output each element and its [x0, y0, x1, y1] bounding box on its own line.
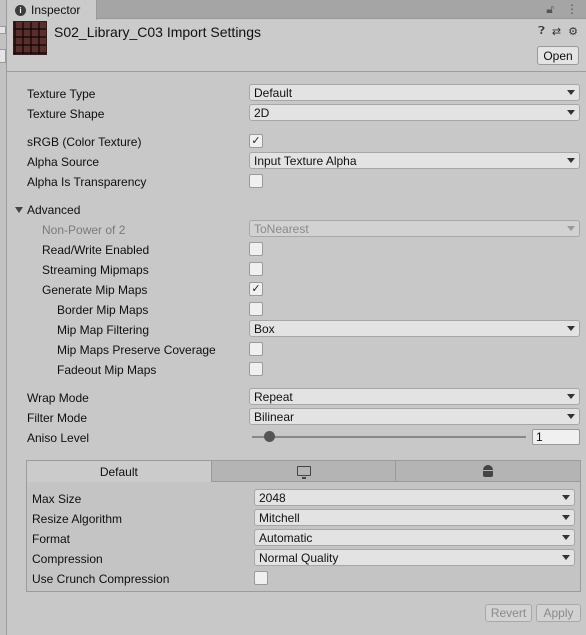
dropdown-value: Box [254, 321, 275, 336]
texture-type-label: Texture Type [27, 87, 96, 101]
chevron-down-icon [567, 226, 575, 231]
info-icon: i [15, 4, 26, 16]
chevron-down-icon [567, 326, 575, 331]
chevron-down-icon [567, 110, 575, 115]
border-mip-maps-checkbox[interactable] [249, 302, 263, 316]
wrap-mode-dropdown[interactable]: Repeat [249, 388, 580, 405]
fadeout-mip-maps-label: Fadeout Mip Maps [57, 363, 157, 377]
format-dropdown[interactable]: Automatic [254, 529, 575, 546]
resize-algorithm-label: Resize Algorithm [32, 512, 123, 526]
dropdown-value: ToNearest [254, 221, 309, 236]
lock-icon[interactable]: 🔓︎ [546, 2, 554, 17]
header-icons: ❓︎ ⇄ ⚙ [538, 25, 578, 38]
adjacent-panel-edge [0, 0, 7, 635]
fadeout-mip-maps-checkbox[interactable] [249, 362, 263, 376]
tab-android-platform[interactable] [396, 461, 581, 482]
chevron-down-icon [562, 555, 570, 560]
read-write-checkbox[interactable] [249, 242, 263, 256]
compression-label: Compression [32, 552, 103, 566]
alpha-is-transparency-label: Alpha Is Transparency [27, 175, 147, 189]
crunch-compression-checkbox[interactable] [254, 571, 268, 585]
crunch-compression-label: Use Crunch Compression [32, 572, 170, 586]
gear-icon[interactable]: ⚙ [568, 25, 578, 38]
alpha-source-dropdown[interactable]: Input Texture Alpha [249, 152, 580, 169]
advanced-foldout[interactable]: Advanced [15, 203, 80, 217]
tab-bar: i Inspector 🔓︎ ⋮ [7, 0, 586, 20]
apply-button[interactable]: Apply [536, 604, 581, 622]
dropdown-value: Default [254, 85, 293, 100]
texture-type-dropdown[interactable]: Default [249, 84, 580, 101]
aniso-level-slider-track[interactable] [252, 436, 526, 438]
aniso-level-input[interactable]: 1 [532, 429, 580, 445]
dropdown-value: Input Texture Alpha [254, 153, 357, 168]
chevron-down-icon [567, 90, 575, 95]
dropdown-value: 2048 [259, 490, 286, 505]
triangle-down-icon [15, 207, 23, 213]
adjacent-panel-stub [0, 49, 6, 63]
chevron-down-icon [562, 515, 570, 520]
tab-label: Inspector [31, 3, 81, 17]
page-title: S02_Library_C03 Import Settings [54, 24, 261, 40]
platform-tabs: Default [27, 461, 581, 482]
monitor-icon [296, 466, 311, 479]
generate-mip-maps-checkbox[interactable]: ✓ [249, 282, 263, 296]
tab-actions: 🔓︎ ⋮ [546, 2, 578, 17]
dropdown-value: 2D [254, 105, 270, 120]
srgb-label: sRGB (Color Texture) [27, 135, 142, 149]
chevron-down-icon [567, 158, 575, 163]
dropdown-value: Automatic [259, 530, 313, 545]
mip-maps-preserve-coverage-checkbox[interactable] [249, 342, 263, 356]
texture-shape-label: Texture Shape [27, 107, 105, 121]
tab-label: Default [99, 464, 138, 479]
dropdown-value: Normal Quality [259, 550, 339, 565]
adjacent-panel-stub [0, 26, 6, 34]
alpha-is-transparency-checkbox[interactable] [249, 174, 263, 188]
non-power-of-2-label: Non-Power of 2 [42, 223, 126, 237]
mip-map-filtering-dropdown[interactable]: Box [249, 320, 580, 337]
alpha-source-label: Alpha Source [27, 155, 100, 169]
mip-maps-preserve-coverage-label: Mip Maps Preserve Coverage [57, 343, 216, 357]
dropdown-value: Bilinear [254, 409, 295, 424]
max-size-dropdown[interactable]: 2048 [254, 489, 575, 506]
read-write-label: Read/Write Enabled [42, 243, 150, 257]
texture-thumbnail [13, 21, 47, 55]
kebab-menu-icon[interactable]: ⋮ [566, 2, 578, 17]
compression-dropdown[interactable]: Normal Quality [254, 549, 575, 566]
tab-inspector[interactable]: i Inspector [7, 0, 97, 20]
wrap-mode-label: Wrap Mode [27, 391, 89, 405]
dropdown-value: Repeat [254, 389, 293, 404]
border-mip-maps-label: Border Mip Maps [57, 303, 149, 317]
asset-header: S02_Library_C03 Import Settings ❓︎ ⇄ ⚙ O… [7, 20, 586, 72]
filter-mode-dropdown[interactable]: Bilinear [249, 408, 580, 425]
advanced-label: Advanced [27, 203, 81, 217]
android-icon [482, 465, 494, 477]
help-icon[interactable]: ❓︎ [538, 25, 545, 38]
aniso-level-label: Aniso Level [27, 431, 90, 445]
revert-button[interactable]: Revert [485, 604, 532, 622]
resize-algorithm-dropdown[interactable]: Mitchell [254, 509, 575, 526]
max-size-label: Max Size [32, 492, 82, 506]
chevron-down-icon [562, 495, 570, 500]
filter-mode-label: Filter Mode [27, 411, 88, 425]
texture-shape-dropdown[interactable]: 2D [249, 104, 580, 121]
inspector-panel: i Inspector 🔓︎ ⋮ S02_Library_C03 Import … [7, 0, 586, 635]
generate-mip-maps-label: Generate Mip Maps [42, 283, 148, 297]
tab-default-platform[interactable]: Default [27, 461, 212, 482]
tab-standalone-platform[interactable] [211, 461, 397, 482]
streaming-mipmaps-checkbox[interactable] [249, 262, 263, 276]
chevron-down-icon [567, 394, 575, 399]
preset-icon[interactable]: ⇄ [552, 25, 561, 38]
non-power-of-2-dropdown: ToNearest [249, 220, 580, 237]
open-button[interactable]: Open [537, 46, 579, 65]
dropdown-value: Mitchell [259, 510, 300, 525]
aniso-level-slider-thumb[interactable] [264, 431, 275, 442]
srgb-checkbox[interactable]: ✓ [249, 134, 263, 148]
mip-map-filtering-label: Mip Map Filtering [57, 323, 150, 337]
format-label: Format [32, 532, 71, 546]
chevron-down-icon [562, 535, 570, 540]
chevron-down-icon [567, 414, 575, 419]
streaming-mipmaps-label: Streaming Mipmaps [42, 263, 149, 277]
